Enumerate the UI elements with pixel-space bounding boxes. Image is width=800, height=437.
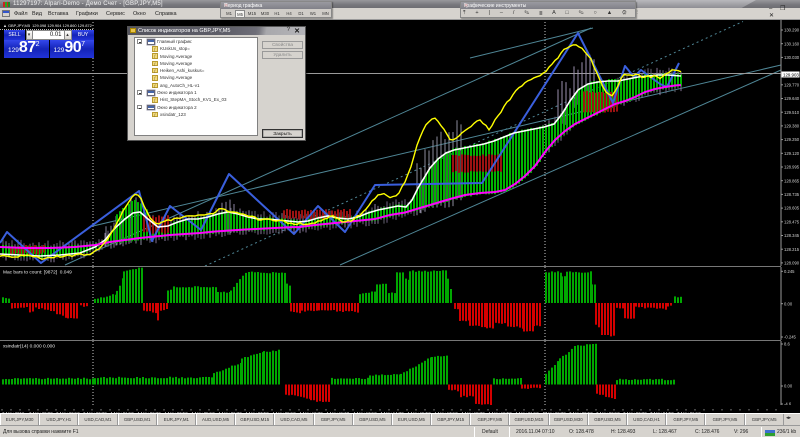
svg-text:Mac bars to count: [9872] 0.0: Mac bars to count: [9872] 0.049 bbox=[3, 269, 72, 275]
svg-text:128.605: 128.605 bbox=[784, 206, 800, 211]
svg-text:8.6: 8.6 bbox=[784, 341, 790, 346]
svg-text:129.380: 129.380 bbox=[784, 124, 800, 129]
svg-text:128.475: 128.475 bbox=[784, 219, 800, 224]
svg-text:128.215: 128.215 bbox=[784, 247, 800, 252]
svg-text:128.995: 128.995 bbox=[784, 165, 800, 170]
svg-text:129.770: 129.770 bbox=[784, 82, 800, 87]
svg-text:0.00: 0.00 bbox=[784, 301, 793, 306]
svg-text:128.735: 128.735 bbox=[784, 192, 800, 197]
svg-text:128.865: 128.865 bbox=[784, 178, 800, 183]
svg-text:130.160: 130.160 bbox=[784, 41, 800, 46]
svg-text:129.120: 129.120 bbox=[784, 151, 800, 156]
svg-text:128.090: 128.090 bbox=[784, 261, 800, 266]
svg-text:xsindatr(14) 0.000 0.000: xsindatr(14) 0.000 0.000 bbox=[3, 343, 55, 349]
svg-text:129.640: 129.640 bbox=[784, 96, 800, 101]
svg-text:130.290: 130.290 bbox=[784, 28, 800, 33]
svg-text:129.510: 129.510 bbox=[784, 110, 800, 115]
svg-text:130.030: 130.030 bbox=[784, 55, 800, 60]
svg-text:0.245: 0.245 bbox=[784, 268, 795, 273]
svg-text:-0.245: -0.245 bbox=[784, 334, 797, 339]
svg-text:129.903: 129.903 bbox=[783, 72, 799, 77]
svg-text:0.00: 0.00 bbox=[784, 383, 793, 388]
svg-text:129.250: 129.250 bbox=[784, 137, 800, 142]
svg-text:128.345: 128.345 bbox=[784, 233, 800, 238]
